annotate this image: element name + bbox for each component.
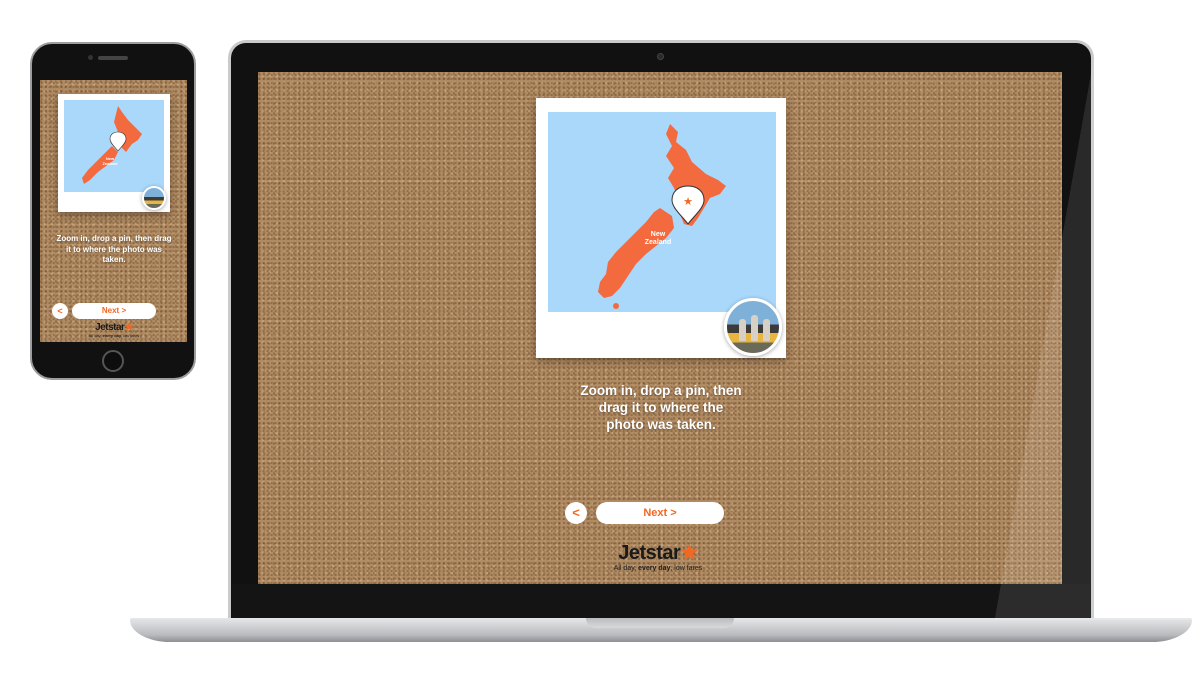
tagline-bold: every day: [102, 333, 122, 338]
photo-person: [739, 319, 746, 341]
tagline: All day, every day, low fares: [588, 565, 728, 572]
svg-text:★: ★: [683, 195, 693, 208]
laptop-notch: [586, 618, 734, 628]
instruction-line: photo was taken.: [606, 417, 716, 432]
instruction-line: drag it to where the: [598, 400, 724, 415]
jetstar-logo[interactable]: Jetstar★ All day, every day, low fares: [588, 540, 728, 572]
instruction-line: it to where the photo was: [65, 244, 162, 254]
tagline-suffix: , low fares: [670, 565, 703, 572]
map-view[interactable]: New Zealand ★: [548, 112, 776, 312]
chevron-left-icon: <: [57, 306, 63, 316]
map-label-line1: New: [651, 231, 666, 238]
photo-card: New Zealand: [58, 94, 170, 212]
map-view[interactable]: New Zealand: [64, 100, 164, 192]
laptop-screen: New Zealand ★ Zoom in, drop a pin, then …: [258, 72, 1062, 584]
photo-person: [763, 319, 770, 341]
home-button[interactable]: [102, 350, 124, 372]
photo-person: [751, 315, 758, 341]
photo-thumbnail[interactable]: [724, 298, 782, 356]
chevron-left-icon: <: [572, 505, 580, 520]
tagline-suffix: , low fares: [121, 333, 140, 338]
photo-card: New Zealand ★: [536, 98, 786, 358]
next-button[interactable]: Next >: [72, 303, 156, 319]
photo-thumbnail[interactable]: [142, 186, 166, 210]
instruction-text: Zoom in, drop a pin, then drag it to whe…: [50, 234, 178, 266]
back-button[interactable]: <: [565, 502, 587, 524]
instruction-text: Zoom in, drop a pin, then drag it to whe…: [550, 382, 772, 433]
star-icon: ★: [680, 542, 698, 564]
logo-name: Jetstar: [618, 542, 681, 564]
instruction-line: taken.: [102, 255, 126, 264]
map-label-line2: Zealand: [645, 239, 671, 246]
tagline-prefix: All day,: [613, 565, 639, 572]
instruction-line: Zoom in, drop a pin, then: [580, 383, 742, 398]
tagline: All day, every day, low fares: [84, 333, 144, 338]
map-label-line2: Zealand: [102, 161, 118, 166]
back-button[interactable]: <: [52, 303, 68, 319]
phone-speaker: [98, 56, 128, 60]
instruction-line: Zoom in, drop a pin, then drag: [56, 234, 172, 243]
logo-name: Jetstar: [95, 322, 125, 333]
phone-screen: New Zealand Zoom in, drop a pin, then dr…: [40, 80, 187, 342]
jetstar-logo[interactable]: Jetstar★ All day, every day, low fares: [84, 322, 144, 338]
laptop-bezel: [232, 584, 1090, 618]
laptop-camera: [657, 53, 664, 60]
new-zealand-map[interactable]: New Zealand ★: [548, 112, 776, 312]
logo-wordmark: Jetstar★: [84, 322, 144, 333]
new-zealand-map[interactable]: New Zealand: [64, 100, 164, 192]
logo-wordmark: Jetstar★: [588, 540, 728, 565]
phone-camera: [88, 55, 93, 60]
tagline-prefix: All day,: [88, 333, 103, 338]
tagline-bold: every day: [638, 565, 671, 572]
next-button[interactable]: Next >: [596, 502, 724, 524]
star-icon: ★: [124, 322, 133, 333]
